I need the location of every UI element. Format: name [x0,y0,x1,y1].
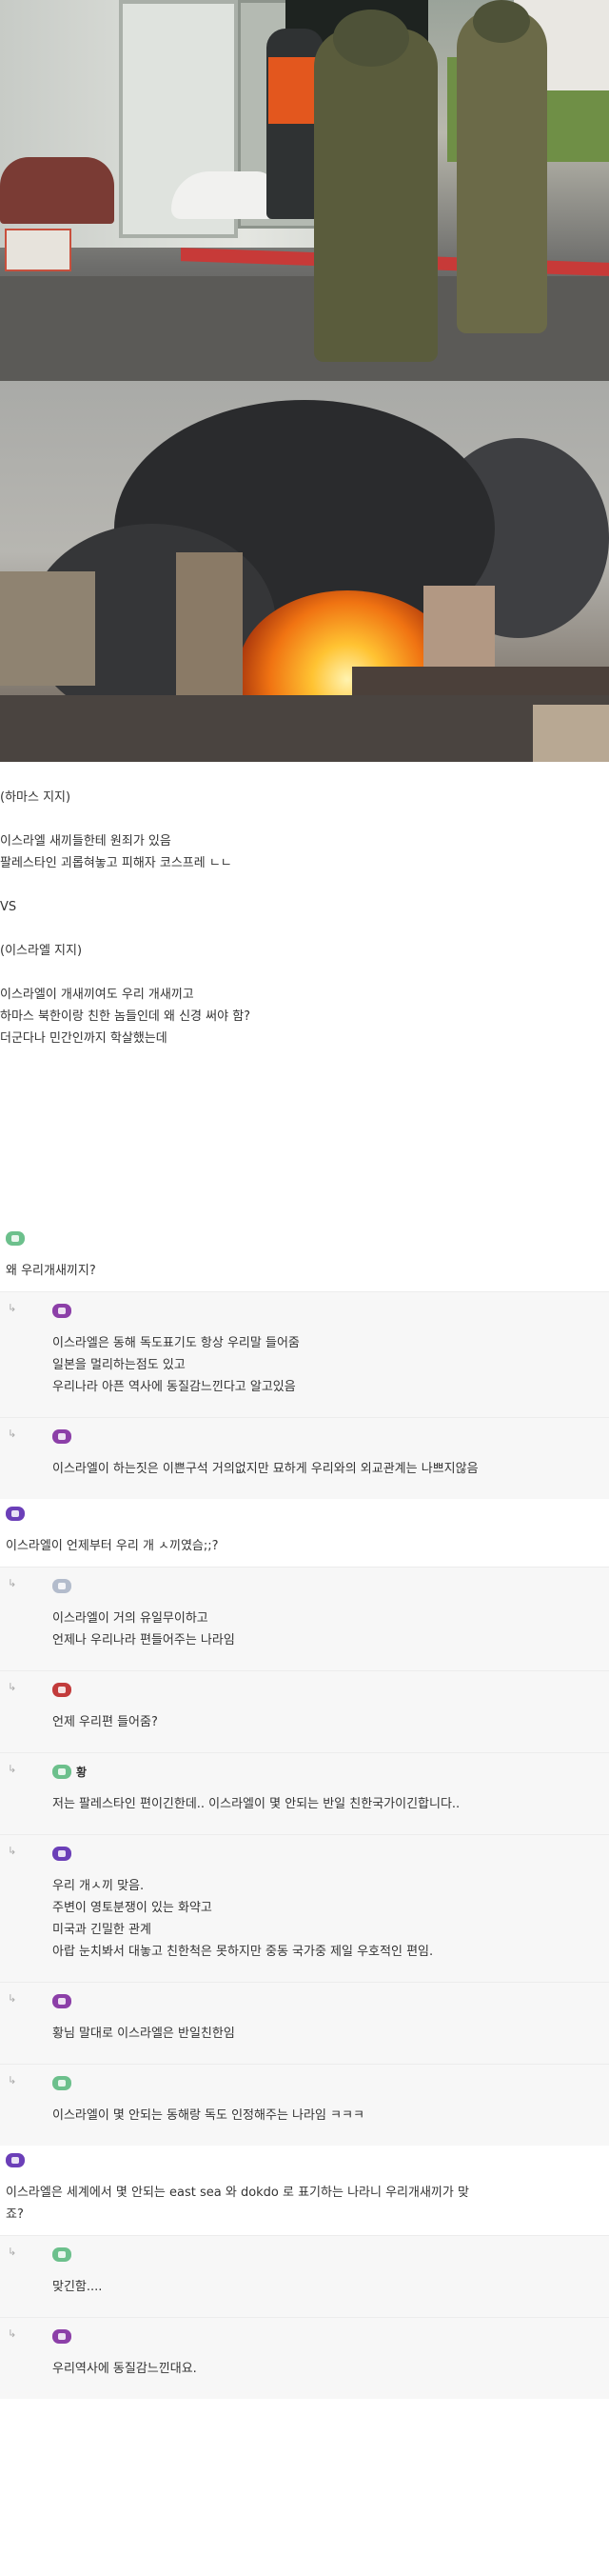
comment: 이스라엘은 세계에서 몇 안되는 east sea 와 dokdo 로 표기하는… [0,2146,609,2235]
comment-line: 우리역사에 동질감느낀대요. [52,2362,197,2376]
post-line [0,809,609,830]
comment-reply: ↳ 맞긴함.... [0,2235,609,2317]
comment-header [52,1426,609,1447]
comment-text: 언제 우리편 들어줌? [52,1711,609,1733]
comment-line: 미국과 긴밀한 관계 [52,1923,151,1937]
comment-reply: ↳ 황님 말대로 이스라엘은 반일친한임 [0,1982,609,2064]
comment-line: 우리 개ㅅ끼 맞음. [52,1879,145,1893]
comment-line: 언제 우리편 들어줌? [52,1715,158,1729]
comment-line: 주변이 영토분쟁이 있는 화약고 [52,1901,212,1915]
comment-text: 이스라엘은 세계에서 몇 안되는 east sea 와 dokdo 로 표기하는… [6,2182,603,2226]
comment-header [52,1990,609,2011]
post-line: (하마스 지지) [0,790,71,805]
comment-reply: ↳ 이스라엘은 동해 독도표기도 항상 우리말 들어줌일본을 멀리하는점도 있고우… [0,1291,609,1417]
comment-reply: ↳ 이스라엘이 거의 유일무이하고언제나 우리나라 편들어주는 나라임 [0,1567,609,1670]
level-badge-icon [6,1230,25,1246]
level-badge-icon [52,2075,71,2090]
comment-line: 황님 말대로 이스라엘은 반일친한임 [52,2027,235,2041]
level-badge-icon [52,1578,71,1593]
comment-line: 이스라엘이 거의 유일무이하고 [52,1611,208,1626]
comment-text: 우리역사에 동질감느낀대요. [52,2358,609,2380]
level-badge-icon [6,1506,25,1521]
comment-line: 이스라엘은 세계에서 몇 안되는 east sea 와 dokdo 로 표기하는… [6,2186,469,2200]
comment-text: 맞긴함.... [52,2276,609,2298]
level-badge-icon [52,2328,71,2344]
post-line [0,918,609,940]
reply-arrow-icon: ↳ [8,2074,17,2087]
comment-line: 우리나라 아픈 역사에 동질감느낀다고 알고있음 [52,1380,296,1394]
comment-text: 이스라엘은 동해 독도표기도 항상 우리말 들어줌일본을 멀리하는점도 있고우리… [52,1332,609,1398]
reply-arrow-icon: ↳ [8,2327,17,2340]
reply-arrow-icon: ↳ [8,1763,17,1775]
comment-text: 이스라엘이 거의 유일무이하고언제나 우리나라 편들어주는 나라임 [52,1608,609,1651]
reply-arrow-icon: ↳ [8,1845,17,1857]
comment-reply: ↳ 이스라엘이 하는짓은 이쁜구석 거의없지만 묘하게 우리와의 외교관계는 나쁘… [0,1417,609,1499]
post-line: 더군다나 민간인까지 학살했는데 [0,1031,167,1046]
post-line: 이스라엘 새끼들한테 원죄가 있음 [0,834,171,849]
comment-reply: ↳ 언제 우리편 들어줌? [0,1670,609,1752]
comment-line: 언제나 우리나라 편들어주는 나라임 [52,1633,235,1647]
level-badge-icon [52,1428,71,1444]
comment-reply: ↳ 우리 개ㅅ끼 맞음. 주변이 영토분쟁이 있는 화약고미국과 긴밀한 관계아랍 … [0,1834,609,1982]
level-badge-icon [52,2247,71,2262]
comment: 이스라엘이 언제부터 우리 개 ㅅ끼였슴;;? [0,1499,609,1567]
comment-reply: ↳ 황저는 팔레스타인 편이긴한데.. 이스라엘이 몇 안되는 반일 친한국가이긴… [0,1752,609,1834]
level-badge-icon [52,1993,71,2008]
comment-header [6,2149,603,2170]
comment-header [52,2072,609,2093]
post-line [0,962,609,984]
comment-header [52,2326,609,2346]
post-line: 이스라엘이 개새끼여도 우리 개새끼고 [0,988,194,1002]
comment-header [6,1503,603,1524]
comment-line: 죠? [6,2207,24,2222]
comment-line: 저는 팔레스타인 편이긴한데.. 이스라엘이 몇 안되는 반일 친한국가이긴합니… [52,1797,461,1811]
reply-arrow-icon: ↳ [8,1577,17,1589]
post-body: (하마스 지지) 이스라엘 새끼들한테 원죄가 있음팔레스타인 괴롭혀놓고 피해자… [0,762,609,1049]
post-line: 팔레스타인 괴롭혀놓고 피해자 코스프레 ㄴㄴ [0,856,232,870]
level-badge-icon [52,1682,71,1697]
comment-text: 이스라엘이 몇 안되는 동해랑 독도 인정해주는 나라임 ㅋㅋㅋ [52,2105,609,2127]
reply-arrow-icon: ↳ [8,1681,17,1693]
level-badge-icon [52,1303,71,1318]
comment-line: 이스라엘이 하는짓은 이쁜구석 거의없지만 묘하게 우리와의 외교관계는 나쁘지… [52,1462,479,1476]
comment-text: 우리 개ㅅ끼 맞음. 주변이 영토분쟁이 있는 화약고미국과 긴밀한 관계아랍 눈… [52,1875,609,1963]
post-line: 하마스 북한이랑 친한 놈들인데 왜 신경 써야 함? [0,1009,251,1024]
comment-header [52,2244,609,2265]
comment-header [52,1843,609,1864]
photo-explosion-city [0,381,609,762]
comment-nickname[interactable]: 황 [76,1764,87,1780]
reply-arrow-icon: ↳ [8,1302,17,1314]
level-badge-icon [6,2152,25,2167]
post-line: (이스라엘 지지) [0,944,83,958]
comment-header: 황 [52,1761,609,1782]
comment-text: 저는 팔레스타인 편이긴한데.. 이스라엘이 몇 안되는 반일 친한국가이긴합니… [52,1793,609,1815]
comment-text: 이스라엘이 하는짓은 이쁜구석 거의없지만 묘하게 우리와의 외교관계는 나쁘지… [52,1458,609,1480]
comment-header [52,1575,609,1596]
post-line [0,874,609,896]
post-line: VS [0,900,17,914]
comment-reply: ↳ 이스라엘이 몇 안되는 동해랑 독도 인정해주는 나라임 ㅋㅋㅋ [0,2064,609,2146]
comment-line: 이스라엘은 동해 독도표기도 항상 우리말 들어줌 [52,1336,300,1350]
reply-arrow-icon: ↳ [8,1428,17,1440]
photo-soldiers-street [0,0,609,381]
comment-text: 이스라엘이 언제부터 우리 개 ㅅ끼였슴;;? [6,1535,603,1557]
comment-line: 아랍 눈치봐서 대놓고 친한척은 못하지만 중동 국가중 제일 우호적인 편임. [52,1945,434,1959]
comment-line: 왜 우리개새끼지? [6,1264,96,1278]
comment-line: 이스라엘이 언제부터 우리 개 ㅅ끼였슴;;? [6,1539,219,1553]
comment-line: 맞긴함.... [52,2280,103,2294]
comment-list: 왜 우리개새끼지? ↳ 이스라엘은 동해 독도표기도 항상 우리말 들어줌일본을 멀… [0,1224,609,2399]
comment: 왜 우리개새끼지? [0,1224,609,1291]
comment-header [52,1679,609,1700]
comment-header [6,1228,603,1248]
level-badge-icon [52,1846,71,1861]
reply-arrow-icon: ↳ [8,1992,17,2005]
reply-arrow-icon: ↳ [8,2246,17,2258]
comment-line: 이스라엘이 몇 안되는 동해랑 독도 인정해주는 나라임 ㅋㅋㅋ [52,2108,364,2123]
comment-text: 왜 우리개새끼지? [6,1260,603,1282]
comment-line: 일본을 멀리하는점도 있고 [52,1358,186,1372]
comment-header [52,1300,609,1321]
comment-text: 황님 말대로 이스라엘은 반일친한임 [52,2023,609,2045]
level-badge-icon [52,1764,71,1779]
comment-reply: ↳ 우리역사에 동질감느낀대요. [0,2317,609,2399]
